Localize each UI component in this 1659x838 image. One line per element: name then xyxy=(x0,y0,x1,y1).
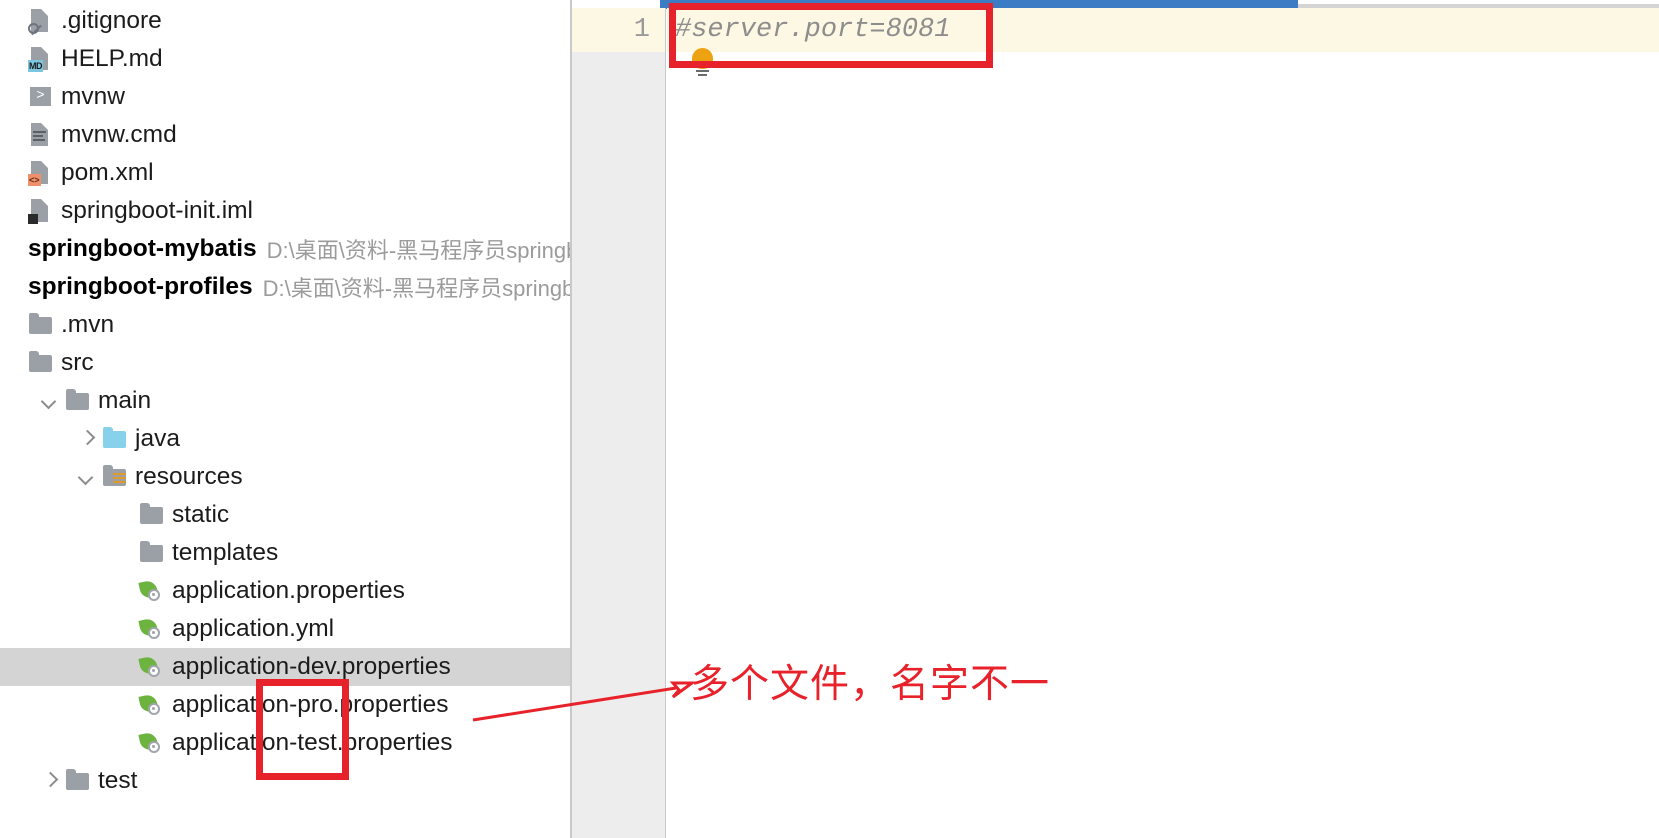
spring-config-file-icon xyxy=(138,578,165,604)
tree-module-path: D:\桌面\资料-黑马程序员springb xyxy=(262,276,571,301)
tree-node-label: static xyxy=(172,501,230,528)
gitignore-file-icon xyxy=(28,8,54,34)
folder-icon xyxy=(28,350,54,376)
tree-node-label: templates xyxy=(172,539,279,566)
tree-module-path: D:\桌面\资料-黑马程序员springb xyxy=(266,238,571,263)
lightbulb-base xyxy=(696,70,709,79)
tree-node-label: resources xyxy=(135,463,243,490)
tree-row[interactable]: application.properties xyxy=(0,572,571,610)
folder-icon xyxy=(28,312,54,338)
editor-code-area[interactable]: #server.port=8081 xyxy=(667,8,1659,838)
tree-row[interactable]: mvnw.cmd xyxy=(0,116,571,154)
tree-row[interactable]: > mvnw xyxy=(0,78,571,116)
tree-row[interactable]: MD HELP.md xyxy=(0,40,571,78)
tree-row[interactable]: templates xyxy=(0,534,571,572)
markdown-file-icon: MD xyxy=(28,46,54,72)
folder-icon xyxy=(139,502,165,528)
chevron-right-icon[interactable] xyxy=(39,770,61,792)
chevron-down-icon[interactable] xyxy=(39,390,61,412)
tree-node-label: java xyxy=(135,425,180,452)
tree-node-label: .mvn xyxy=(61,311,115,338)
tree-node-label: springboot-init.iml xyxy=(61,197,253,224)
project-tree-scrollbar-track[interactable] xyxy=(556,0,571,838)
tree-row[interactable]: resources xyxy=(0,458,571,496)
highlight-box-code-line xyxy=(669,3,993,68)
tree-node-label: application.properties xyxy=(172,577,405,604)
tree-node-label: main xyxy=(98,387,152,414)
tree-row[interactable]: springboot-init.iml xyxy=(0,192,571,230)
tree-row[interactable]: src xyxy=(0,344,571,382)
tree-row[interactable]: springboot-mybatis D:\桌面\资料-黑马程序员springb xyxy=(0,230,571,268)
folder-icon xyxy=(65,388,91,414)
tree-node-label: application-dev.properties xyxy=(172,653,451,680)
tree-node-label: mvnw xyxy=(61,83,125,110)
tree-node-label: src xyxy=(61,349,94,376)
tree-row[interactable]: application.yml xyxy=(0,610,571,648)
tree-node-label: test xyxy=(98,767,138,794)
spring-config-file-icon xyxy=(138,692,165,718)
spring-config-file-icon xyxy=(138,730,165,756)
spring-config-file-icon xyxy=(138,654,165,680)
ide-window: .gitignore MD HELP.md > mvnw mvnw.cmd <> pom.xm… xyxy=(0,0,1659,838)
annotation-note-text: 多个文件，名字不一 xyxy=(690,662,1051,707)
xml-file-icon: <> xyxy=(28,160,54,186)
iml-module-file-icon xyxy=(28,198,54,224)
folder-icon xyxy=(65,768,91,794)
tree-module-name: springboot-mybatis xyxy=(28,235,257,262)
editor-pane[interactable]: 1 #server.port=8081 xyxy=(572,0,1659,838)
resources-folder-icon xyxy=(102,464,128,490)
tree-row[interactable]: .mvn xyxy=(0,306,571,344)
tree-node-label: .gitignore xyxy=(61,7,162,34)
tree-row[interactable]: static xyxy=(0,496,571,534)
shell-script-file-icon: > xyxy=(28,84,54,110)
tree-node-label: application.yml xyxy=(172,615,335,642)
tree-row[interactable]: .gitignore xyxy=(0,2,571,40)
chevron-down-icon[interactable] xyxy=(76,466,98,488)
text-file-icon xyxy=(28,122,54,148)
editor-gutter[interactable]: 1 xyxy=(572,8,666,838)
folder-icon xyxy=(139,540,165,566)
tree-node-label: mvnw.cmd xyxy=(61,121,177,148)
highlight-box-profile-names xyxy=(256,679,349,780)
tree-node-label: HELP.md xyxy=(61,45,163,72)
tree-node-label: pom.xml xyxy=(61,159,154,186)
line-number: 1 xyxy=(633,15,650,45)
tree-module-name: springboot-profiles xyxy=(28,273,253,300)
chevron-right-icon[interactable] xyxy=(76,428,98,450)
spring-config-file-icon xyxy=(138,616,165,642)
tree-row[interactable]: springboot-profiles D:\桌面\资料-黑马程序员springb xyxy=(0,268,571,306)
tree-row[interactable]: main xyxy=(0,382,571,420)
source-folder-icon xyxy=(102,426,128,452)
tree-row[interactable]: java xyxy=(0,420,571,458)
tree-row[interactable]: <> pom.xml xyxy=(0,154,571,192)
